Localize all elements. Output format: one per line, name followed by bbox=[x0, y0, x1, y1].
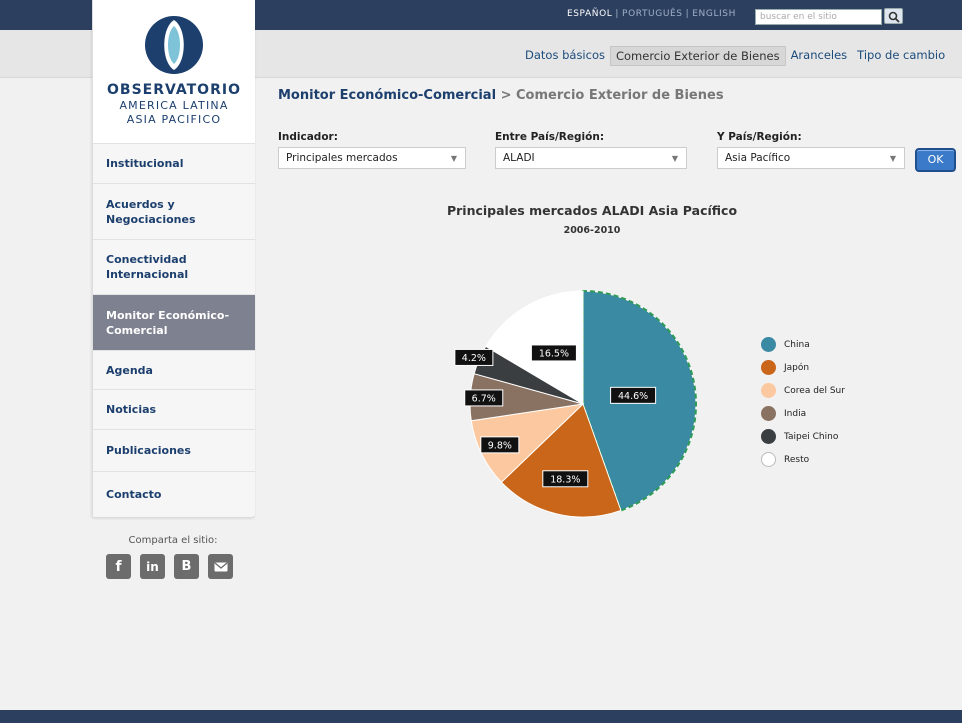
observatorio-logo-icon bbox=[145, 16, 203, 74]
y-pais-value: Asia Pacífico bbox=[725, 152, 791, 164]
indicador-select[interactable]: Principales mercados ▼ bbox=[278, 147, 466, 169]
legend-swatch bbox=[761, 452, 776, 467]
breadcrumb-separator: > bbox=[500, 88, 512, 103]
top-nav-aranceles[interactable]: Aranceles bbox=[786, 46, 853, 66]
svg-text:16.5%: 16.5% bbox=[539, 348, 569, 359]
sidebar-item-publicaciones[interactable]: Publicaciones bbox=[93, 429, 255, 471]
lang-es[interactable]: ESPAÑOL bbox=[567, 9, 612, 19]
legend-item-resto[interactable]: Resto bbox=[761, 448, 845, 471]
share-label: Comparta el sitio: bbox=[128, 535, 218, 546]
top-nav-datos-basicos[interactable]: Datos básicos bbox=[520, 46, 610, 66]
legend-swatch bbox=[761, 337, 776, 352]
lang-pt[interactable]: PORTUGUÊS bbox=[622, 9, 683, 19]
sidebar-item-label: Institucional bbox=[106, 157, 184, 170]
facebook-icon[interactable]: f bbox=[106, 554, 131, 579]
legend-swatch bbox=[761, 406, 776, 421]
svg-text:4.2%: 4.2% bbox=[462, 353, 486, 364]
svg-text:18.3%: 18.3% bbox=[550, 474, 580, 485]
chevron-down-icon: ▼ bbox=[671, 154, 678, 163]
top-nav: Datos básicos Comercio Exterior de Biene… bbox=[520, 46, 950, 66]
pie-chart: 44.6% 18.3% 9.8% 6.7% 4.2% 16.5% bbox=[454, 289, 697, 518]
indicador-label: Indicador: bbox=[278, 131, 338, 143]
sidebar-item-contacto[interactable]: Contacto bbox=[93, 471, 255, 516]
chart-subtitle: 2006-2010 bbox=[563, 225, 621, 236]
legend-item-taipei-chino[interactable]: Taipei Chino bbox=[761, 425, 845, 448]
sidebar-item-noticias[interactable]: Noticias bbox=[93, 389, 255, 429]
svg-text:9.8%: 9.8% bbox=[488, 440, 512, 451]
social-icons: f in B bbox=[106, 554, 233, 579]
breadcrumb-current: Comercio Exterior de Bienes bbox=[516, 88, 724, 103]
legend-label: Japón bbox=[784, 362, 810, 373]
sidebar-item-institucional[interactable]: Institucional bbox=[93, 143, 255, 183]
pie-label-resto: 16.5% bbox=[530, 344, 577, 362]
legend-item-china[interactable]: China bbox=[761, 333, 845, 356]
pie-label-japon: 18.3% bbox=[542, 470, 589, 488]
sidebar-item-label: Noticias bbox=[106, 403, 157, 416]
language-selector: ESPAÑOL | PORTUGUÊS | ENGLISH bbox=[566, 9, 736, 19]
logo[interactable]: OBSERVATORIO AMERICA LATINA ASIA PACIFIC… bbox=[93, 0, 255, 143]
entre-pais-label: Entre País/Región: bbox=[495, 131, 605, 143]
sidebar-nav: Institucional Acuerdos y Negociaciones C… bbox=[93, 143, 255, 516]
legend-label: China bbox=[784, 339, 810, 350]
sidebar: OBSERVATORIO AMERICA LATINA ASIA PACIFIC… bbox=[92, 0, 255, 517]
chart-legend: China Japón Corea del Sur India Taipei Chino… bbox=[761, 333, 845, 471]
y-pais-label: Y País/Región: bbox=[717, 131, 802, 143]
footer bbox=[0, 710, 962, 723]
chevron-down-icon: ▼ bbox=[450, 154, 457, 163]
search-button[interactable] bbox=[884, 8, 903, 24]
legend-label: Corea del Sur bbox=[784, 385, 845, 396]
pie-label-taipei-chino: 4.2% bbox=[454, 348, 494, 366]
sidebar-item-label: Conectividad Internacional bbox=[106, 253, 189, 281]
sidebar-item-monitor[interactable]: Monitor Económico-Comercial bbox=[93, 294, 255, 350]
top-nav-tipo-de-cambio[interactable]: Tipo de cambio bbox=[852, 46, 950, 66]
sidebar-item-label: Acuerdos y Negociaciones bbox=[106, 197, 196, 226]
pie-label-corea-del-sur: 9.8% bbox=[480, 436, 520, 454]
top-nav-comercio-exterior[interactable]: Comercio Exterior de Bienes bbox=[609, 46, 786, 66]
legend-label: Resto bbox=[784, 454, 810, 465]
sidebar-item-acuerdos[interactable]: Acuerdos y Negociaciones bbox=[93, 183, 255, 239]
pie-label-china: 44.6% bbox=[610, 386, 657, 404]
legend-swatch bbox=[761, 360, 776, 375]
legend-swatch bbox=[761, 429, 776, 444]
y-pais-select[interactable]: Asia Pacífico ▼ bbox=[717, 147, 905, 169]
legend-label: Taipei Chino bbox=[784, 431, 839, 442]
search-input[interactable]: buscar en el sitio bbox=[755, 9, 882, 25]
legend-swatch bbox=[761, 383, 776, 398]
entre-pais-value: ALADI bbox=[503, 152, 535, 164]
legend-item-india[interactable]: India bbox=[761, 402, 845, 425]
logo-subtitle-2: ASIA PACIFICO bbox=[126, 113, 222, 126]
pie-label-india: 6.7% bbox=[464, 389, 504, 407]
legend-label: India bbox=[784, 408, 807, 419]
sidebar-item-conectividad[interactable]: Conectividad Internacional bbox=[93, 239, 255, 294]
sidebar-item-label: Monitor Económico-Comercial bbox=[106, 308, 230, 337]
lang-en[interactable]: ENGLISH bbox=[692, 9, 736, 19]
sidebar-item-label: Contacto bbox=[106, 487, 162, 501]
sidebar-item-label: Agenda bbox=[106, 363, 153, 377]
legend-item-japon[interactable]: Japón bbox=[761, 356, 845, 379]
entre-pais-select[interactable]: ALADI ▼ bbox=[495, 147, 687, 169]
legend-item-corea-del-sur[interactable]: Corea del Sur bbox=[761, 379, 845, 402]
linkedin-icon[interactable]: in bbox=[140, 554, 165, 579]
breadcrumb-main[interactable]: Monitor Económico-Comercial bbox=[278, 88, 496, 103]
svg-text:44.6%: 44.6% bbox=[618, 391, 648, 402]
svg-text:6.7%: 6.7% bbox=[472, 393, 496, 404]
logo-subtitle-1: AMERICA LATINA bbox=[119, 99, 229, 112]
indicador-value: Principales mercados bbox=[286, 152, 398, 164]
sidebar-item-label: Publicaciones bbox=[106, 444, 191, 457]
chevron-down-icon: ▼ bbox=[889, 154, 896, 163]
blogger-icon[interactable]: B bbox=[174, 554, 199, 579]
mail-icon[interactable] bbox=[208, 554, 233, 579]
sidebar-item-agenda[interactable]: Agenda bbox=[93, 350, 255, 389]
breadcrumb: Monitor Económico-Comercial > Comercio E… bbox=[278, 88, 724, 103]
ok-button[interactable]: OK bbox=[915, 148, 956, 172]
search-icon bbox=[888, 11, 900, 23]
logo-title: OBSERVATORIO bbox=[107, 82, 241, 98]
chart-title: Principales mercados ALADI Asia Pacífico bbox=[446, 203, 738, 218]
